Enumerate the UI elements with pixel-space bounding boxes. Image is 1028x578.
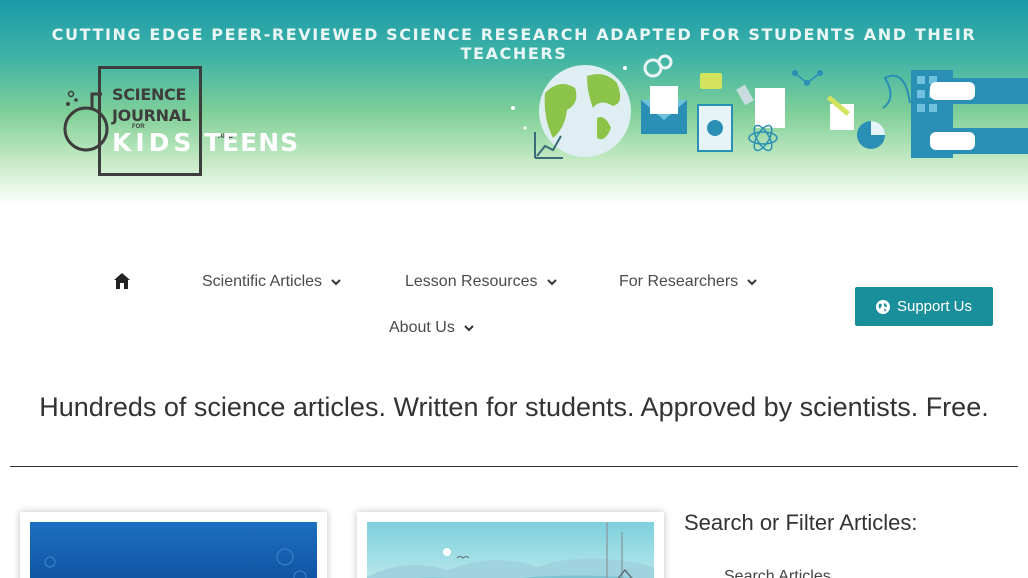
globe-icon: [875, 299, 890, 314]
filter-title: Search or Filter Articles:: [684, 510, 918, 535]
divider: [10, 466, 1018, 467]
nav-label: Scientific Articles: [202, 273, 323, 290]
nav-label: Lesson Resources: [405, 273, 538, 290]
site-banner: CUTTING EDGE PEER-REVIEWED SCIENCE RESEA…: [0, 0, 1028, 205]
chevron-down-icon: [331, 279, 341, 286]
site-logo[interactable]: SCIENCE JOURNAL FOR KIDS AND TEENS: [62, 66, 298, 180]
chevron-down-icon: [464, 325, 474, 332]
search-articles-toggle[interactable]: Search Articles: [724, 568, 831, 578]
article-thumbnail: [30, 522, 317, 578]
article-thumbnail: [367, 522, 654, 578]
chevron-down-icon: [747, 279, 757, 286]
logo-title: SCIENCE JOURNAL: [112, 85, 191, 125]
nav-for-researchers[interactable]: For Researchers: [619, 273, 758, 291]
logo-kids: KIDS: [112, 128, 196, 157]
nav-label: About Us: [389, 319, 455, 336]
nav-about-us[interactable]: About Us: [389, 319, 475, 337]
support-us-label: Support Us: [896, 298, 973, 315]
article-card[interactable]: [20, 512, 327, 578]
chevron-down-icon: [546, 279, 557, 286]
support-us-button[interactable]: Support Us: [855, 287, 993, 326]
logo-teens: TEENS: [204, 128, 300, 157]
nav-scientific-articles[interactable]: Scientific Articles: [202, 273, 342, 291]
nav-label: For Researchers: [619, 273, 739, 290]
nav-lesson-resources[interactable]: Lesson Resources: [405, 273, 558, 291]
home-icon[interactable]: [113, 272, 131, 290]
page-headline: Hundreds of science articles. Written fo…: [39, 392, 989, 422]
article-card[interactable]: [357, 512, 664, 578]
science-illustration: [511, 54, 1028, 159]
